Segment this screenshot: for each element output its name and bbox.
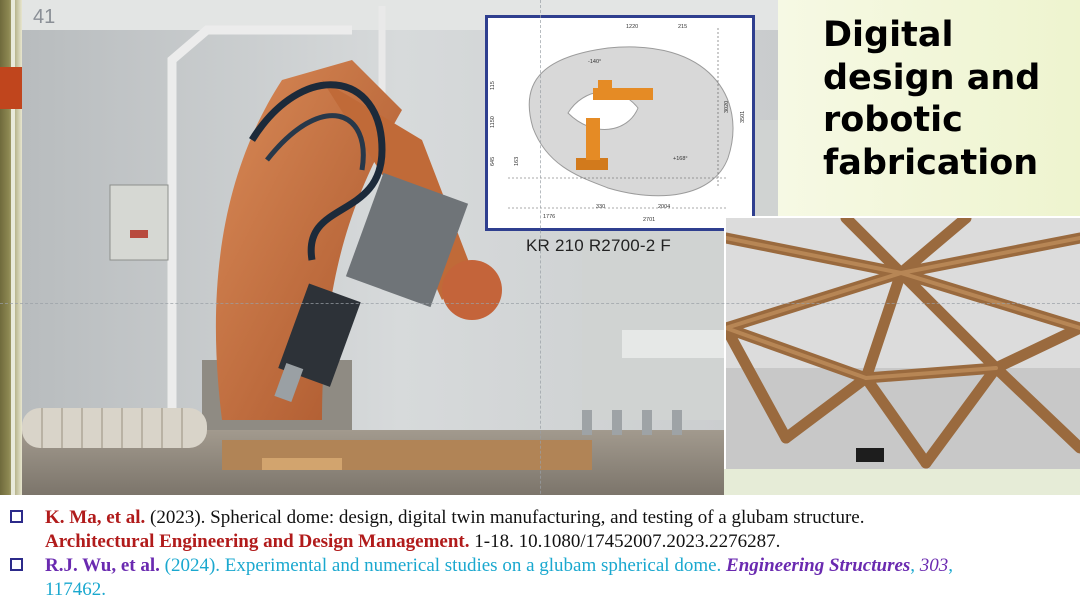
robot-workspace-diagram: 1220 215 115 1150 645 163 3020 3501 1776… [485, 15, 755, 231]
dim-2004: 2004 [658, 204, 670, 210]
slide-number: 41 [33, 6, 56, 28]
dim-215: 215 [678, 24, 687, 30]
reference-2-sep: , [910, 555, 920, 576]
dim-3020: 3020 [724, 101, 730, 113]
references-section: K. Ma, et al. (2023). Spherical dome: de… [0, 495, 1080, 609]
reference-2-pages: 117462. [45, 579, 107, 600]
angle-plus-168: +168° [673, 156, 688, 162]
dim-1776: 1776 [543, 214, 555, 220]
reference-2-authors: R.J. Wu, et al. [45, 555, 160, 576]
dim-645: 645 [490, 157, 496, 166]
checkbox-bullet-icon [10, 510, 23, 523]
reference-2-comma: , [948, 555, 954, 576]
dim-1220: 1220 [626, 24, 638, 30]
dim-115: 115 [490, 81, 496, 90]
reference-1-details: 1-18. 10.1080/17452007.2023.2276287. [469, 531, 781, 552]
bottom-green-strip [724, 469, 1080, 495]
reference-1-title: Spherical dome: design, digital twin man… [205, 507, 865, 528]
checkbox-bullet-icon [10, 558, 23, 571]
reference-2-year: (2024). [159, 555, 221, 576]
dim-2701: 2701 [643, 217, 655, 223]
red-accent-tab [0, 67, 22, 109]
slide-title: Digital design and robotic fabrication [823, 15, 1041, 183]
dim-330: 330 [596, 204, 605, 210]
reference-2-title: Experimental and numerical studies on a … [220, 555, 722, 576]
reference-1-journal: Architectural Engineering and Design Man… [45, 531, 470, 552]
reference-2-volume: 303 [919, 555, 949, 576]
dim-1150: 1150 [490, 116, 496, 128]
angle-minus-140: -140° [588, 59, 601, 65]
reference-1-authors: K. Ma, et al. [45, 507, 146, 528]
glubam-dome-photo [724, 216, 1080, 469]
reference-1-year: (2023). [145, 507, 206, 528]
dim-163: 163 [514, 157, 520, 166]
diagram-caption: KR 210 R2700-2 F [526, 236, 671, 255]
reference-2-journal: Engineering Structures [726, 555, 911, 576]
dim-3501: 3501 [740, 111, 746, 123]
